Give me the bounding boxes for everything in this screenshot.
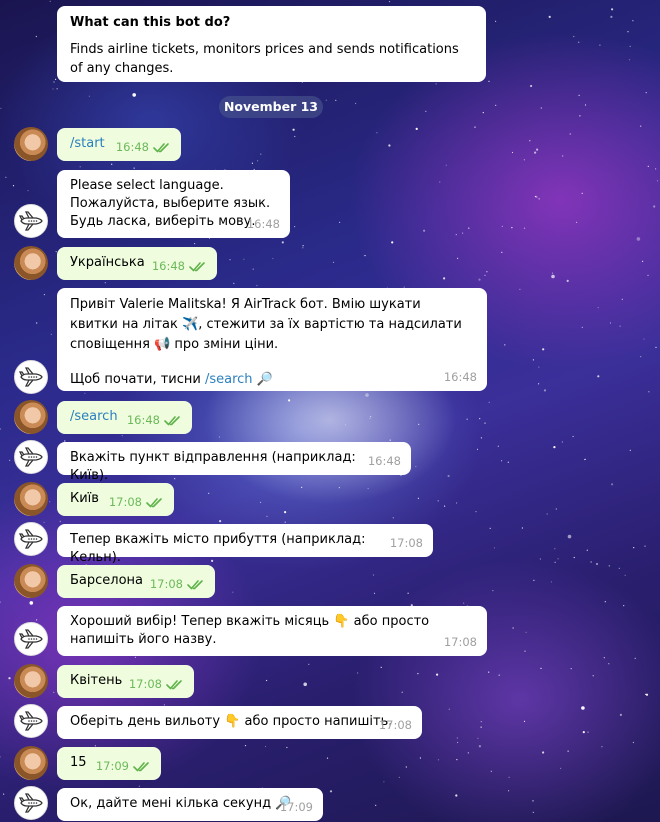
message-bubble[interactable]: Привіт Valerie Malitska! Я AirTrack бот.… [57,288,487,391]
message-time: 16:48 [115,140,149,154]
message-bubble[interactable]: Вкажіть пункт відправлення (наприклад: К… [57,442,411,483]
message-time: 17:08 [128,677,162,691]
message-text: Київ [70,491,99,506]
message-text: 🔎 [252,372,273,387]
message-time: 16:48 [367,454,401,468]
bot-avatar[interactable] [14,704,48,738]
message-time: 16:48 [246,217,280,231]
message-text: Привіт Valerie Malitska! Я AirTrack бот.… [70,297,466,352]
message-time: 17:08 [108,495,142,509]
bot-avatar[interactable] [14,440,48,474]
user-avatar[interactable] [14,664,48,698]
message-bubble[interactable]: Please select language. Пожалуйста, выбе… [57,170,290,238]
message-bubble[interactable]: Українська 16:48 [57,247,217,280]
double-check-icon [146,497,164,508]
message-time: 17:08 [378,718,412,732]
user-avatar[interactable] [14,127,48,161]
message-bubble[interactable]: /search 16:48 [57,401,192,434]
message-bubble[interactable]: Барселона 17:08 [57,565,215,598]
message-time: 17:09 [95,759,129,773]
message-bubble[interactable]: Київ 17:08 [57,483,174,516]
bot-avatar[interactable] [14,786,48,820]
bot-info-title: What can this bot do? [70,15,231,30]
user-avatar[interactable] [14,482,48,516]
double-check-icon [166,679,184,690]
search-command-link[interactable]: /search [205,372,253,387]
message-text: Українська [70,255,145,270]
message-text: 15 [70,755,87,770]
message-time: 16:48 [443,370,477,384]
message-bubble[interactable]: Хороший вибір! Тепер вкажіть місяць 👇 аб… [57,606,487,656]
message-time: 16:48 [126,413,160,427]
message-time: 17:08 [443,635,477,649]
bot-info-card: What can this bot do? Finds airline tick… [57,6,486,82]
bot-info-description: Finds airline tickets, monitors prices a… [70,42,459,76]
bot-avatar[interactable] [14,360,48,394]
double-check-icon [164,415,182,426]
message-text: Барселона [70,573,144,588]
user-avatar[interactable] [14,564,48,598]
date-separator: November 13 [219,96,323,118]
message-text: Ок, дайте мені кілька секунд 🔎 [70,796,292,811]
message-bubble[interactable]: Квітень 17:08 [57,665,194,698]
bot-avatar[interactable] [14,522,48,556]
message-text: Щоб почати, тисни [70,372,205,387]
double-check-icon [153,142,171,153]
message-bubble[interactable]: Оберіть день вильоту 👇 або просто напиші… [57,706,422,739]
bot-avatar[interactable] [14,204,48,238]
user-avatar[interactable] [14,400,48,434]
message-bubble[interactable]: Ок, дайте мені кілька секунд 🔎 17:09 [57,788,323,821]
message-text[interactable]: /search [70,409,118,424]
message-time: 17:08 [149,577,183,591]
message-text: Хороший вибір! Тепер вкажіть місяць 👇 аб… [70,614,434,647]
user-avatar[interactable] [14,746,48,780]
user-avatar[interactable] [14,246,48,280]
message-text: Оберіть день вильоту 👇 або просто напиші… [70,714,393,729]
message-text: Квітень [70,673,123,688]
message-bubble[interactable]: /start 16:48 [57,128,181,161]
message-time: 17:09 [279,800,313,814]
message-bubble[interactable]: 15 17:09 [57,747,161,780]
double-check-icon [133,761,151,772]
double-check-icon [189,261,207,272]
message-text: Please select language. Пожалуйста, выбе… [70,178,271,229]
bot-avatar[interactable] [14,622,48,656]
message-bubble[interactable]: Тепер вкажіть місто прибуття (наприклад:… [57,524,433,565]
double-check-icon [187,579,205,590]
message-text[interactable]: /start [70,136,105,151]
message-time: 16:48 [151,259,185,273]
message-time: 17:08 [389,536,423,550]
